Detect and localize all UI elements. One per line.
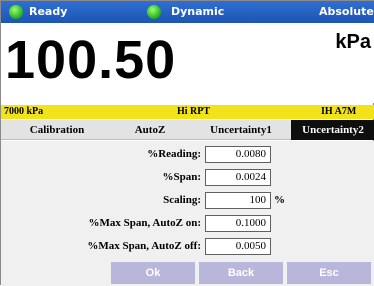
tab-uncertainty1[interactable]: Uncertainty1: [191, 120, 291, 140]
pressure-value: 100.50: [5, 30, 177, 90]
max-span-off-label: %Max Span, AutoZ off:: [87, 240, 201, 252]
dynamic-led-icon: [147, 5, 161, 19]
button-bar: Ok Back Esc: [1, 259, 374, 286]
tab-autoz[interactable]: AutoZ: [115, 120, 185, 140]
info-range: 7000 kPa: [4, 106, 44, 117]
status-reference: Absolute: [319, 5, 374, 18]
scaling-field[interactable]: 100: [205, 192, 271, 209]
uncertainty-form: %Reading: 0.0080 %Span: 0.0024 Scaling: …: [1, 141, 374, 259]
max-span-on-label: %Max Span, AutoZ on:: [88, 217, 201, 229]
back-button[interactable]: Back: [199, 262, 283, 284]
max-span-on-field[interactable]: 0.1000: [205, 215, 271, 232]
span-label: %Span:: [162, 171, 201, 183]
status-ready: Ready: [29, 5, 68, 18]
tab-calibration[interactable]: Calibration: [1, 120, 113, 140]
esc-button[interactable]: Esc: [287, 262, 371, 284]
status-bar: Ready Dynamic Absolute: [1, 1, 374, 23]
info-sensor: Hi RPT: [177, 106, 211, 117]
device-screen: Ready Dynamic Absolute 100.50 kPa 7000 k…: [0, 0, 374, 286]
info-bar: 7000 kPa Hi RPT IH A7M: [1, 105, 374, 119]
scaling-label: Scaling:: [163, 194, 201, 206]
tab-uncertainty2[interactable]: Uncertainty2: [291, 120, 374, 140]
info-id: IH A7M: [321, 106, 357, 117]
status-mode: Dynamic: [171, 5, 225, 18]
reading-field[interactable]: 0.0080: [205, 146, 271, 163]
pressure-unit: kPa: [335, 31, 371, 53]
scaling-unit: %: [274, 194, 285, 206]
pressure-reading-panel: 100.50 kPa: [1, 23, 374, 103]
tab-bar: Calibration AutoZ Uncertainty1 Uncertain…: [1, 120, 374, 140]
ok-button[interactable]: Ok: [111, 262, 195, 284]
ready-led-icon: [9, 5, 23, 19]
reading-label: %Reading:: [147, 148, 201, 160]
max-span-off-field[interactable]: 0.0050: [205, 238, 271, 255]
span-field[interactable]: 0.0024: [205, 169, 271, 186]
